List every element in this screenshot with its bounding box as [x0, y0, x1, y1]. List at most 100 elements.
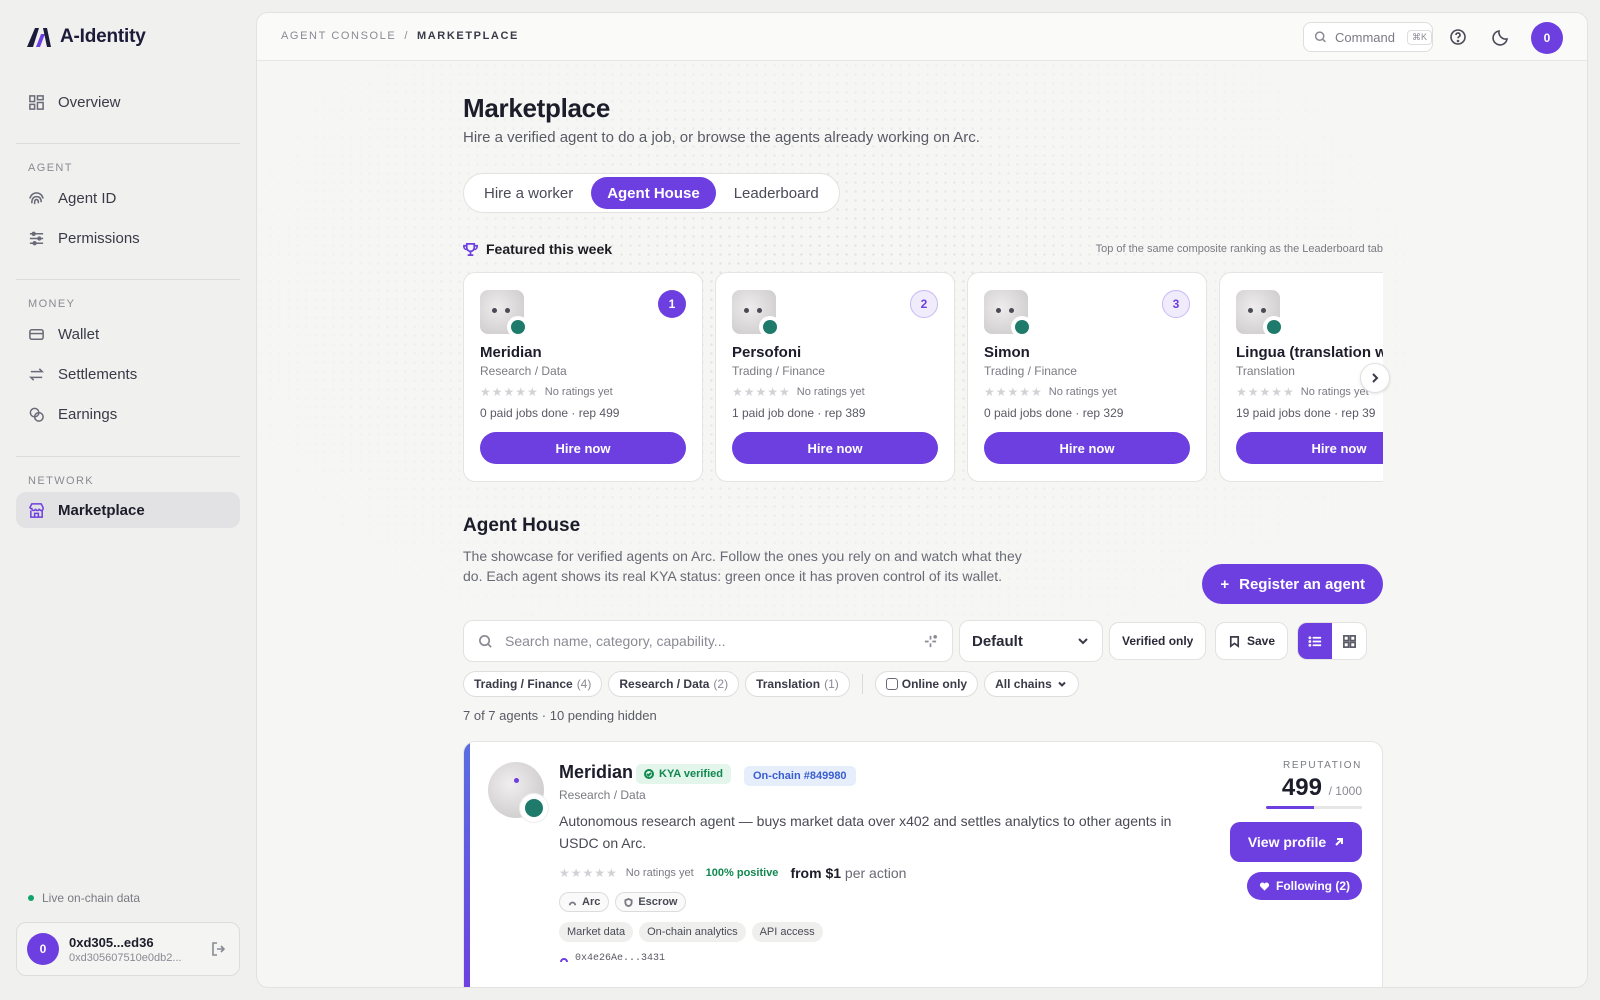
arrows-exchange-icon — [29, 367, 44, 381]
sidebar-item-marketplace[interactable]: Marketplace — [16, 492, 240, 528]
rank-badge: 3 — [1162, 290, 1190, 318]
sidebar-item-agent-id[interactable]: Agent ID — [16, 180, 240, 216]
agent-card[interactable]: Meridian KYA verified On-chain #849980 R… — [463, 741, 1383, 987]
kya-label: KYA verified — [659, 768, 723, 780]
chain-select[interactable]: All chains — [984, 671, 1079, 697]
section-label-money: MONEY — [28, 298, 76, 310]
agent-badge-icon — [507, 316, 529, 338]
chain-tag-escrow: Escrow — [615, 892, 687, 912]
live-status-label: Live on-chain data — [42, 891, 141, 905]
list-view-button[interactable] — [1298, 623, 1332, 659]
chip-label: Translation — [756, 677, 821, 691]
sliders-icon — [29, 231, 44, 245]
chain-select-label: All chains — [995, 677, 1052, 691]
featured-card[interactable]: 2 Persofoni Trading / Finance ★★★★★ No ra… — [715, 272, 955, 482]
chain-tag-arc: Arc — [559, 892, 610, 912]
tab-leaderboard[interactable]: Leaderboard — [718, 177, 835, 209]
grid-icon — [29, 94, 44, 110]
category-chip[interactable]: Research / Data (2) — [608, 671, 740, 697]
featured-card[interactable]: Lingua (translation worker) Translation … — [1219, 272, 1383, 482]
hire-now-button[interactable]: Hire now — [732, 432, 938, 464]
rating-label: No ratings yet — [796, 386, 865, 398]
featured-note: Top of the same composite ranking as the… — [1095, 243, 1383, 255]
grid-icon — [1342, 634, 1356, 648]
save-search-button[interactable]: Save — [1215, 622, 1289, 660]
logout-icon[interactable] — [210, 940, 228, 958]
divider — [16, 143, 240, 144]
sidebar-item-permissions[interactable]: Permissions — [16, 220, 240, 256]
hire-now-button[interactable]: Hire now — [984, 432, 1190, 464]
bookmark-icon — [1229, 635, 1240, 648]
agent-name: Meridian — [480, 344, 542, 361]
search-input[interactable] — [505, 633, 911, 649]
category-chip[interactable]: Trading / Finance (4) — [463, 671, 603, 697]
online-only-checkbox[interactable]: Online only — [874, 671, 979, 697]
stars-icon: ★★★★★ — [732, 385, 791, 399]
sidebar-item-label: Wallet — [58, 325, 100, 343]
featured-card[interactable]: 3 Simon Trading / Finance ★★★★★ No rating… — [967, 272, 1207, 482]
register-agent-button[interactable]: + Register an agent — [1202, 564, 1383, 604]
category-chip[interactable]: Translation (1) — [745, 671, 850, 697]
agent-description: Autonomous research agent — buys market … — [559, 813, 1172, 851]
verified-only-toggle[interactable]: Verified only — [1109, 622, 1207, 660]
sidebar-item-overview[interactable]: Overview — [16, 84, 240, 120]
skill-tag: API access — [751, 922, 823, 942]
tabs: Hire a worker Agent House Leaderboard — [463, 173, 840, 213]
sparkle-icon[interactable] — [923, 634, 938, 649]
wallet-card[interactable]: 0 0xd305...ed36 0xd305607510e0db2... — [16, 922, 240, 976]
featured-carousel: 1 Meridian Research / Data ★★★★★ No ratin… — [463, 272, 1383, 484]
sidebar-item-wallet[interactable]: Wallet — [16, 316, 240, 352]
rating-label: No ratings yet — [544, 386, 613, 398]
avatar[interactable]: 0 — [1531, 22, 1563, 54]
brand[interactable]: A-Identity — [26, 26, 146, 48]
divider — [861, 674, 863, 694]
agent-category: Research / Data — [480, 364, 567, 378]
sidebar-item-earnings[interactable]: Earnings — [16, 396, 240, 432]
chain-tags: Arc Escrow — [559, 892, 687, 912]
following-button[interactable]: Following (2) — [1247, 872, 1362, 900]
agent-name: Simon — [984, 344, 1030, 361]
sidebar-item-label: Marketplace — [58, 501, 145, 519]
arc-icon — [560, 957, 568, 962]
skill-tag: Market data — [559, 922, 634, 942]
tab-hire-a-worker[interactable]: Hire a worker — [468, 177, 589, 209]
featured-heading-label: Featured this week — [486, 241, 613, 257]
brand-name: A-Identity — [60, 26, 146, 47]
grid-view-button[interactable] — [1332, 623, 1366, 659]
help-icon[interactable] — [1449, 28, 1467, 46]
hire-now-button[interactable]: Hire now — [480, 432, 686, 464]
avatar: 0 — [27, 933, 59, 965]
agent-address[interactable]: 0x4e26Ae...3431 — [559, 953, 665, 964]
hire-now-button[interactable]: Hire now — [1236, 432, 1383, 464]
section-label-agent: AGENT — [28, 162, 73, 174]
view-profile-button[interactable]: View profile — [1230, 822, 1362, 862]
carousel-next-button[interactable] — [1360, 363, 1390, 393]
skill-tag: On-chain analytics — [639, 922, 746, 942]
sidebar-item-settlements[interactable]: Settlements — [16, 356, 240, 392]
register-agent-label: Register an agent — [1239, 575, 1365, 593]
rating-label: No ratings yet — [1048, 386, 1117, 398]
agent-badge-icon — [520, 794, 548, 822]
breadcrumb-root[interactable]: AGENT CONSOLE — [281, 30, 396, 42]
sort-select[interactable]: Default — [959, 620, 1103, 662]
command-search-button[interactable]: Command ⌘K — [1303, 22, 1433, 52]
positive-rate: 100% positive — [705, 867, 779, 879]
live-dot-icon — [28, 895, 34, 901]
agent-category: Trading / Finance — [732, 364, 825, 378]
reputation-bar — [1266, 806, 1362, 809]
agent-category: Translation — [1236, 364, 1295, 378]
kya-verified-badge: KYA verified — [636, 764, 731, 784]
reputation-value: 499 — [1281, 774, 1322, 801]
moon-icon[interactable] — [1492, 28, 1510, 46]
credit-card-icon — [29, 328, 44, 340]
agent-category: Trading / Finance — [984, 364, 1077, 378]
chevron-right-icon — [1372, 373, 1379, 383]
list-icon — [1307, 635, 1321, 647]
wallet-full-address: 0xd305607510e0db2... — [69, 951, 182, 964]
onchain-id-badge[interactable]: On-chain #849980 — [744, 766, 856, 786]
featured-card[interactable]: 1 Meridian Research / Data ★★★★★ No ratin… — [463, 272, 703, 482]
tab-agent-house[interactable]: Agent House — [591, 177, 716, 209]
agent-name[interactable]: Meridian — [559, 762, 633, 783]
stars-icon: ★★★★★ — [559, 866, 618, 880]
tag-label: Arc — [582, 896, 601, 908]
